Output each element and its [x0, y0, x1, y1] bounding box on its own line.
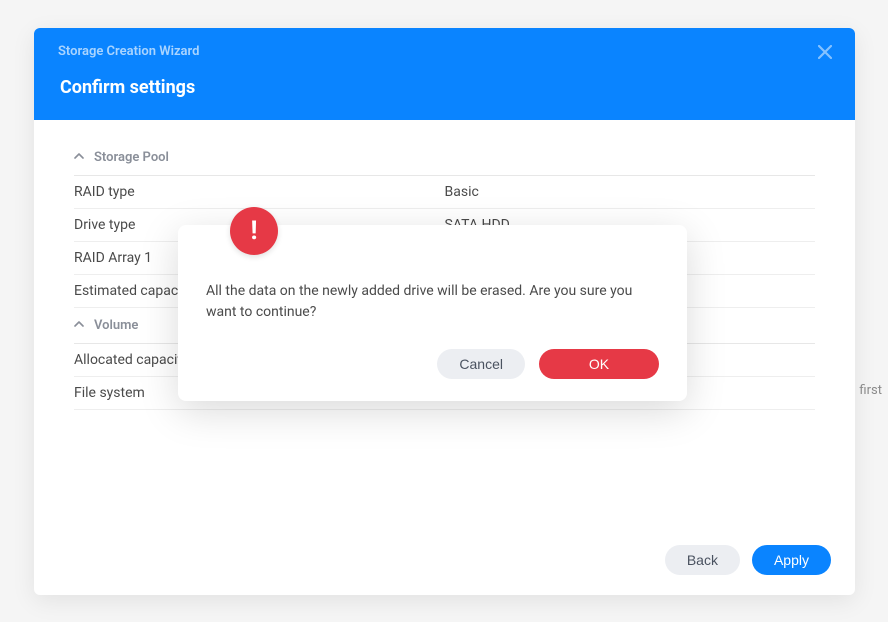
ok-button[interactable]: OK [539, 349, 659, 379]
warning-icon: ! [230, 207, 278, 255]
confirm-dialog: ! All the data on the newly added drive … [178, 225, 687, 401]
dialog-actions: Cancel OK [206, 349, 659, 379]
dialog-message: All the data on the newly added drive wi… [206, 281, 659, 323]
modal-overlay: ! All the data on the newly added drive … [0, 0, 888, 622]
cancel-button[interactable]: Cancel [437, 349, 525, 379]
